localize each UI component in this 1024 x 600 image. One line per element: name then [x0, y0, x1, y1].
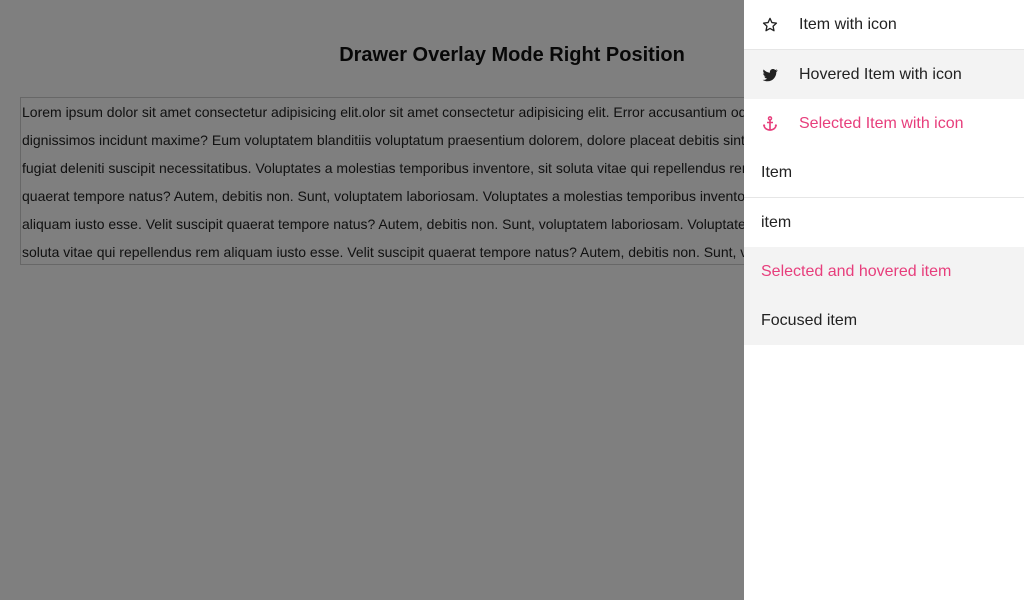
drawer-item-focused[interactable]: Focused item — [744, 296, 1024, 345]
drawer-item-label: Item — [761, 163, 793, 181]
anchor-icon — [761, 115, 779, 133]
drawer-item-plain[interactable]: Item — [744, 148, 1024, 198]
drawer-item-with-icon[interactable]: Item with icon — [744, 0, 1024, 50]
drawer-item-hovered-with-icon[interactable]: Hovered Item with icon — [744, 50, 1024, 99]
drawer-item-label: Item with icon — [799, 15, 897, 33]
drawer-item-label: Selected and hovered item — [761, 262, 952, 280]
drawer-list: Item with icon Hovered Item with icon Se… — [744, 0, 1024, 345]
twitter-icon — [761, 66, 779, 84]
drawer-item-label: Focused item — [761, 311, 858, 329]
drawer-item-label: item — [761, 213, 792, 231]
drawer-item-lowercase[interactable]: item — [744, 198, 1024, 247]
navigation-drawer: Item with icon Hovered Item with icon Se… — [744, 0, 1024, 600]
drawer-item-selected-hovered[interactable]: Selected and hovered item — [744, 247, 1024, 296]
drawer-item-selected-with-icon[interactable]: Selected Item with icon — [744, 99, 1024, 148]
drawer-item-label: Selected Item with icon — [799, 114, 964, 132]
drawer-item-label: Hovered Item with icon — [799, 65, 962, 83]
star-outline-icon — [761, 16, 779, 34]
